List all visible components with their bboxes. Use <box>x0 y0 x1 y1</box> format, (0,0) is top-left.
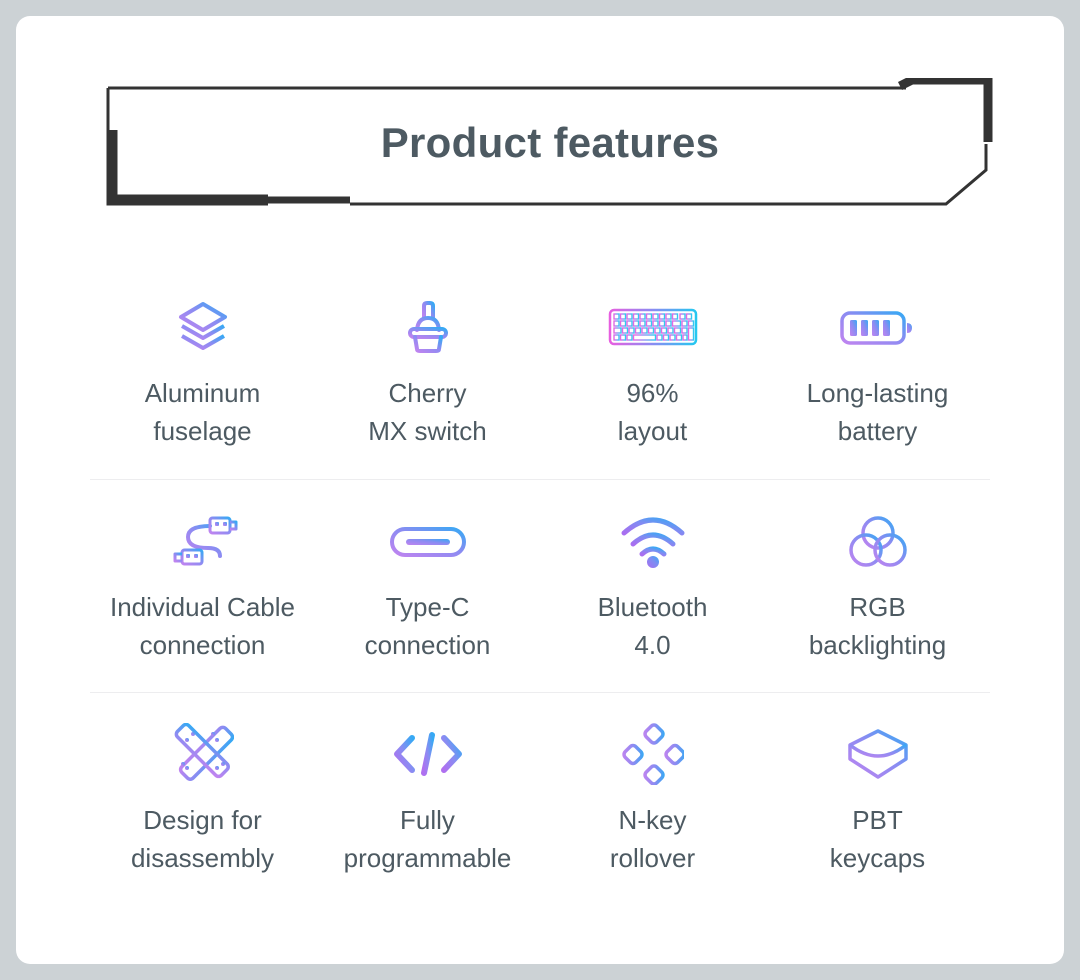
features-row-3: Design for disassembly Fully programmabl… <box>90 692 990 905</box>
features-row-2: Individual Cable connection Type-C conne… <box>90 479 990 692</box>
feature-label: Aluminum fuselage <box>144 378 261 446</box>
header-banner: Product features <box>100 78 1000 208</box>
page-title: Product features <box>380 119 720 166</box>
keyboard-icon <box>608 296 698 358</box>
feature-label: Bluetooth 4.0 <box>597 592 708 660</box>
feature-label: 96% layout <box>617 378 688 446</box>
key-cluster-icon <box>621 723 684 785</box>
feature-label: PBT keycaps <box>829 805 926 873</box>
feature-long-lasting-battery[interactable]: Long-lasting battery <box>765 266 990 479</box>
key-switch-icon <box>397 296 459 358</box>
feature-fully-programmable[interactable]: Fully programmable <box>315 693 540 905</box>
feature-n-key-rollover[interactable]: N-key rollover <box>540 693 765 905</box>
feature-design-for-disassembly[interactable]: Design for disassembly <box>90 693 315 905</box>
feature-label: Design for disassembly <box>130 805 275 873</box>
feature-label: RGB backlighting <box>808 592 947 660</box>
features-grid: Aluminum fuselage Cherry MX switch 96% l… <box>90 266 990 905</box>
feature-label: Type-C connection <box>364 592 491 660</box>
battery-icon <box>838 296 918 358</box>
feature-rgb-backlighting[interactable]: RGB backlighting <box>765 480 990 692</box>
feature-label: Individual Cable connection <box>109 592 295 660</box>
cable-icon <box>168 510 238 572</box>
features-row-1: Aluminum fuselage Cherry MX switch 96% l… <box>90 266 990 479</box>
feature-aluminum-fuselage[interactable]: Aluminum fuselage <box>90 266 315 479</box>
feature-individual-cable[interactable]: Individual Cable connection <box>90 480 315 692</box>
crossed-plates-icon <box>172 723 234 785</box>
feature-pbt-keycaps[interactable]: PBT keycaps <box>765 693 990 905</box>
feature-label: Cherry MX switch <box>368 378 487 446</box>
feature-cherry-mx-switch[interactable]: Cherry MX switch <box>315 266 540 479</box>
feature-label: N-key rollover <box>609 805 696 873</box>
feature-type-c-connection[interactable]: Type-C connection <box>315 480 540 692</box>
features-card: Product features Aluminum fuselage Cherr… <box>16 16 1064 964</box>
layers-icon <box>172 296 234 358</box>
wireless-signal-icon <box>618 510 688 572</box>
page-root: Product features Aluminum fuselage Cherr… <box>0 0 1080 980</box>
rgb-circles-icon <box>847 510 909 572</box>
feature-96-layout[interactable]: 96% layout <box>540 266 765 479</box>
usb-c-port-icon <box>388 510 468 572</box>
keycap-3d-icon <box>844 723 912 785</box>
feature-bluetooth-4-0[interactable]: Bluetooth 4.0 <box>540 480 765 692</box>
code-brackets-icon <box>390 723 466 785</box>
feature-label: Long-lasting battery <box>806 378 949 446</box>
feature-label: Fully programmable <box>343 805 512 873</box>
